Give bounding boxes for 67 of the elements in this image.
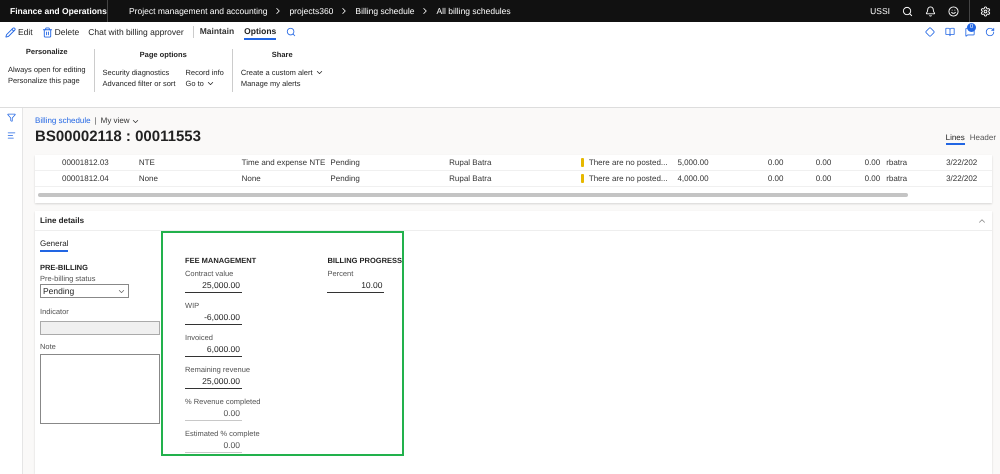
table-cell-text: 0.00 bbox=[864, 172, 880, 184]
refresh-icon[interactable] bbox=[985, 27, 995, 37]
table-cell: There are no posted... bbox=[588, 172, 669, 184]
view-selector[interactable]: My view bbox=[100, 115, 140, 127]
smiley-icon[interactable] bbox=[948, 6, 959, 16]
chevron-icon bbox=[314, 68, 324, 77]
view-tab[interactable]: Header bbox=[970, 132, 996, 145]
filter-icon[interactable] bbox=[6, 113, 16, 122]
table-cell-text: 00001812.03 bbox=[61, 156, 110, 168]
breadcrumb-link[interactable]: Billing schedule bbox=[35, 115, 91, 127]
breadcrumb-link[interactable]: projects360 bbox=[287, 4, 336, 18]
view-tab[interactable]: Lines bbox=[946, 132, 965, 145]
settings-icon[interactable] bbox=[980, 6, 990, 16]
chevron-icon bbox=[206, 79, 215, 88]
message-icon[interactable] bbox=[965, 27, 975, 37]
table-cell-text: Time and expense NTE bbox=[242, 156, 326, 168]
toolbar-button[interactable]: Edit bbox=[5, 26, 33, 38]
separator: | bbox=[94, 115, 97, 127]
number-field[interactable]: 25,000.00 bbox=[185, 279, 242, 293]
status-dropdown[interactable]: Pending bbox=[40, 284, 129, 298]
toolbar-button[interactable]: Delete bbox=[42, 26, 80, 38]
app-name[interactable]: Finance and Operations bbox=[0, 0, 108, 22]
section-header[interactable]: Line details bbox=[35, 211, 992, 231]
edit-icon bbox=[5, 26, 16, 38]
table-cell-text: 0.00 bbox=[814, 156, 832, 168]
table-cell-text: 5,000.00 bbox=[676, 156, 709, 168]
table-cell-text: Pending bbox=[330, 156, 361, 168]
table-cell-text: None bbox=[242, 172, 262, 184]
table-cell-text: 4,000.00 bbox=[676, 172, 709, 184]
delete-icon bbox=[42, 26, 53, 38]
breadcrumb-link[interactable]: All billing schedules bbox=[434, 4, 513, 18]
section-tab[interactable]: General bbox=[40, 237, 68, 252]
note-field[interactable] bbox=[40, 354, 160, 424]
table-cell-text: 0.00 bbox=[814, 172, 832, 184]
table-cell-text: rbatra bbox=[885, 156, 908, 168]
number-field[interactable]: 10.00 bbox=[327, 279, 384, 293]
table-cell-text: None bbox=[138, 172, 159, 184]
table-cell-text: 0.00 bbox=[766, 172, 784, 184]
list-icon[interactable] bbox=[6, 131, 16, 140]
horizontal-scrollbar[interactable] bbox=[38, 193, 908, 197]
table-cell: There are no posted... bbox=[588, 156, 669, 168]
table-cell-text: 0.00 bbox=[766, 156, 784, 168]
number-field[interactable]: 0.00 bbox=[185, 439, 242, 453]
table-cell-text: 3/22/202 bbox=[945, 156, 978, 168]
page-title: BS00002118 : 00011553 bbox=[35, 127, 201, 147]
breadcrumb-link[interactable]: Billing schedule bbox=[353, 4, 416, 18]
grid-row[interactable]: 00001812.04 None None Pending Rupal Batra There are no posted... 4,000.00 0.00 0.00 0.00 rbatra 3/22/202 bbox=[35, 171, 992, 187]
table-cell-text: Rupal Batra bbox=[449, 172, 492, 184]
number-field[interactable]: 25,000.00 bbox=[185, 375, 242, 389]
ribbon-tab[interactable]: Options bbox=[244, 24, 276, 40]
table-cell-text: NTE bbox=[138, 156, 156, 168]
grid-row[interactable]: 00001812.03 NTE Time and expense NTE Pending Rupal Batra There are no posted... 5,000.00 0.00 0.00 0.00 rbatra 3/22/202 bbox=[35, 155, 992, 171]
ribbon-tab[interactable]: Maintain bbox=[200, 24, 234, 40]
number-field[interactable]: -6,000.00 bbox=[185, 311, 242, 325]
company-name[interactable]: USSI bbox=[870, 4, 890, 18]
table-cell-text: 0.00 bbox=[864, 156, 880, 168]
bell-icon[interactable] bbox=[925, 6, 936, 16]
diamond-icon[interactable] bbox=[925, 27, 935, 37]
number-field[interactable]: 0.00 bbox=[185, 407, 242, 421]
table-cell-text: Pending bbox=[330, 172, 361, 184]
breadcrumb-link[interactable]: Project management and accounting bbox=[127, 4, 270, 18]
table-cell-text: 00001812.04 bbox=[61, 172, 110, 184]
number-field[interactable]: 6,000.00 bbox=[185, 343, 242, 357]
table-cell-text: 3/22/202 bbox=[945, 172, 978, 184]
toolbar-button[interactable]: Chat with billing approver bbox=[88, 26, 184, 38]
table-cell-text: Rupal Batra bbox=[449, 156, 492, 168]
table-cell-text: rbatra bbox=[885, 172, 908, 184]
